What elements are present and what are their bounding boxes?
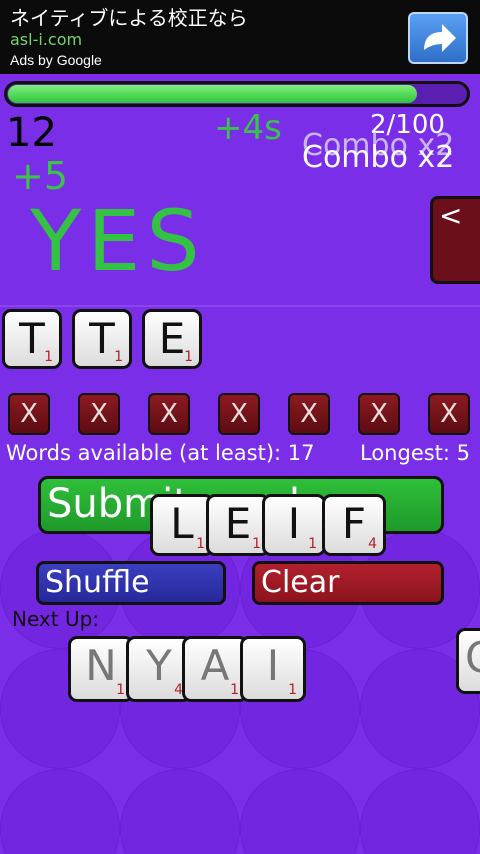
tile-points: 1 <box>184 349 193 365</box>
tile-points: 1 <box>308 536 317 552</box>
shuffle-button[interactable]: Shuffle <box>36 561 226 605</box>
tile-points: 1 <box>230 682 239 698</box>
ad-attribution: Ads by Google <box>10 52 102 68</box>
tile-points: 1 <box>288 682 297 698</box>
next-tile: N 1 <box>68 636 134 702</box>
floating-tile[interactable]: I 1 <box>262 494 326 556</box>
empty-slot[interactable]: X <box>428 393 470 435</box>
next-tile: A 1 <box>182 636 248 702</box>
edge-tile: O <box>456 628 480 694</box>
tile-points: 1 <box>252 536 261 552</box>
time-bonus: +4s <box>214 108 282 148</box>
ad-url[interactable]: asl-i.com <box>10 30 82 49</box>
clear-button[interactable]: Clear <box>252 561 444 605</box>
tile-points: 1 <box>44 349 53 365</box>
floating-tile[interactable]: L 1 <box>150 494 214 556</box>
empty-slot[interactable]: X <box>78 393 120 435</box>
ad-banner[interactable]: ネイティブによる校正なら asl-i.com Ads by Google <box>0 0 480 74</box>
word-tile[interactable]: T 1 <box>72 309 132 369</box>
empty-slot[interactable]: X <box>148 393 190 435</box>
floating-tile[interactable]: F 4 <box>322 494 386 556</box>
result-text: YES <box>30 192 206 290</box>
tile-letter: O <box>465 633 480 682</box>
floating-tile[interactable]: E 1 <box>206 494 270 556</box>
empty-slot[interactable]: X <box>8 393 50 435</box>
ad-title[interactable]: ネイティブによる校正なら <box>10 2 248 31</box>
share-arrow-icon[interactable] <box>408 12 468 64</box>
combo-label: Combo x2 <box>302 140 455 175</box>
next-up-label: Next Up: <box>12 607 100 631</box>
next-tile: I 1 <box>240 636 306 702</box>
empty-slot[interactable]: X <box>218 393 260 435</box>
tile-points: 4 <box>368 536 377 552</box>
words-available: Words available (at least): 17 <box>6 441 315 465</box>
time-progress-fill <box>8 85 417 103</box>
word-tile[interactable]: E 1 <box>142 309 202 369</box>
score: 12 <box>6 110 57 156</box>
empty-slot[interactable]: X <box>288 393 330 435</box>
back-button[interactable]: < <box>430 196 480 284</box>
tile-points: 1 <box>114 349 123 365</box>
word-tile[interactable]: T 1 <box>2 309 62 369</box>
tile-points: 1 <box>196 536 205 552</box>
empty-slot[interactable]: X <box>358 393 400 435</box>
longest-word: Longest: 5 <box>360 441 471 465</box>
tile-points: 1 <box>116 682 125 698</box>
